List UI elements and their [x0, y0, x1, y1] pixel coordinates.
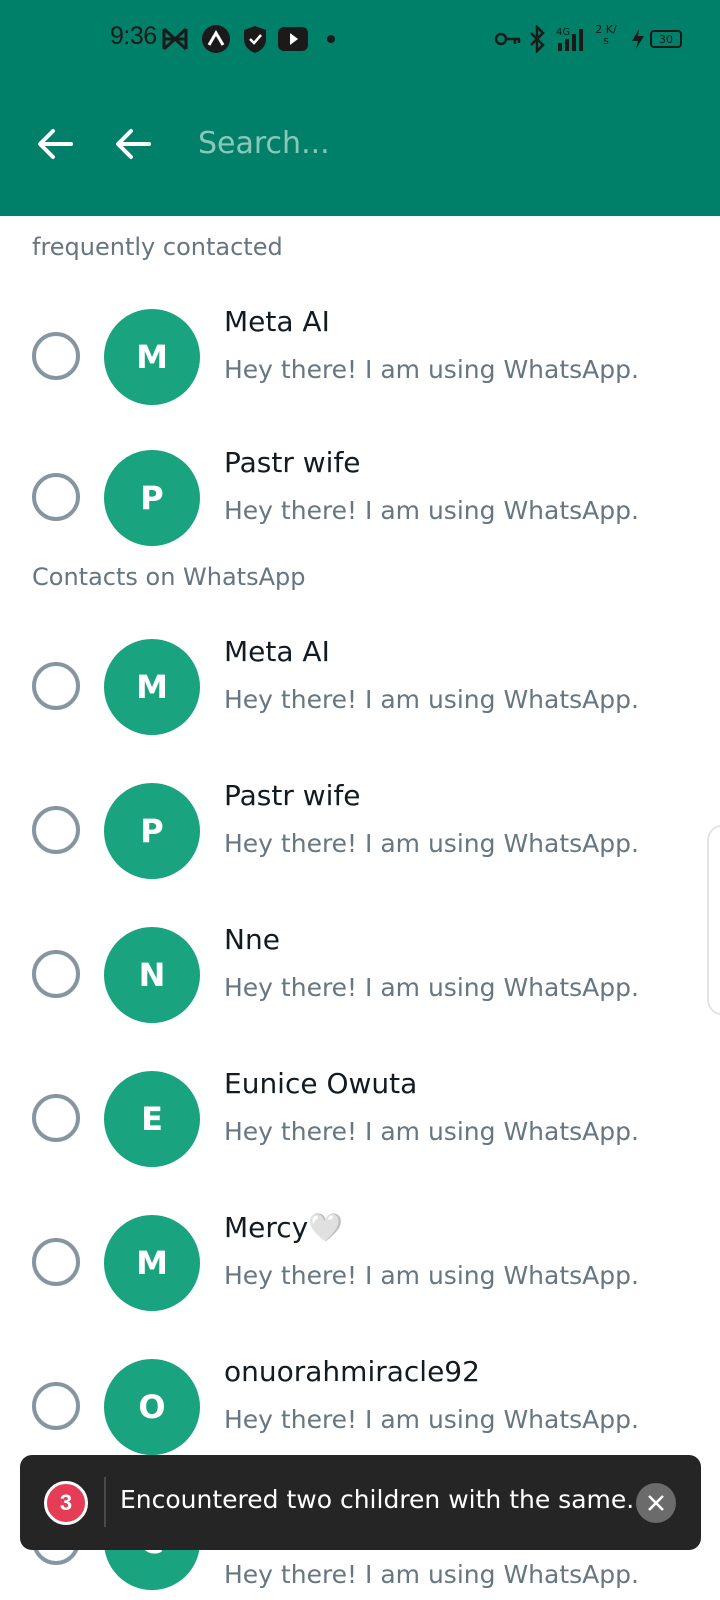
contact-about: Hey there! I am using WhatsApp.: [224, 685, 639, 714]
avatar: P: [104, 783, 200, 879]
contact-name: Pastr wife: [224, 779, 361, 812]
avatar: E: [104, 1071, 200, 1167]
contact-row[interactable]: N Nne Hey there! I am using WhatsApp.: [0, 903, 720, 1047]
contact-name: Meta AI: [224, 635, 330, 668]
select-radio[interactable]: [32, 332, 80, 380]
side-panel-handle[interactable]: [707, 825, 720, 1015]
avatar: M: [104, 309, 200, 405]
contact-about: Hey there! I am using WhatsApp.: [224, 1261, 639, 1290]
net-speed-text: 2 K/s: [595, 23, 617, 47]
select-radio[interactable]: [32, 473, 80, 521]
select-radio[interactable]: [32, 1382, 80, 1430]
back-button[interactable]: [33, 122, 77, 166]
toast-close-button[interactable]: [636, 1483, 676, 1523]
contact-row[interactable]: P Pastr wife Hey there! I am using Whats…: [0, 759, 720, 903]
contact-about: Hey there! I am using WhatsApp.: [224, 355, 639, 384]
contact-name: onuorahmiracle92: [224, 1355, 480, 1388]
avatar: N: [104, 927, 200, 1023]
avatar: M: [104, 1215, 200, 1311]
select-radio[interactable]: [32, 1094, 80, 1142]
back-arrow-icon: [116, 129, 151, 159]
key-icon: [494, 24, 522, 54]
battery-level: 30: [650, 30, 682, 48]
contact-name: Meta AI: [224, 305, 330, 338]
contact-about: Hey there! I am using WhatsApp.: [224, 1405, 639, 1434]
net-speed: 2 K/s: [594, 24, 618, 54]
toast-message: Encountered two children with the same..…: [120, 1485, 651, 1514]
app-grid-icon: [160, 24, 190, 54]
contact-about: Hey there! I am using WhatsApp.: [224, 1560, 639, 1589]
status-time: 9:36: [110, 22, 157, 50]
contact-row[interactable]: M Mercy🤍 Hey there! I am using WhatsApp.: [0, 1191, 720, 1335]
contact-about: Hey there! I am using WhatsApp.: [224, 1117, 639, 1146]
avatar: O: [104, 1359, 200, 1455]
contact-name: Eunice Owuta: [224, 1067, 418, 1100]
error-toast[interactable]: 3 Encountered two children with the same…: [20, 1455, 701, 1550]
contact-name: Nne: [224, 923, 280, 956]
shield-icon: [242, 24, 268, 54]
youtube-icon: [277, 24, 309, 54]
contact-row[interactable]: E Eunice Owuta Hey there! I am using Wha…: [0, 1047, 720, 1191]
contact-about: Hey there! I am using WhatsApp.: [224, 496, 639, 525]
contact-about: Hey there! I am using WhatsApp.: [224, 973, 639, 1002]
contact-about: Hey there! I am using WhatsApp.: [224, 829, 639, 858]
contact-name: Pastr wife: [224, 446, 361, 479]
search-back-button[interactable]: [111, 122, 155, 166]
close-icon: [648, 1495, 664, 1511]
avatar: M: [104, 639, 200, 735]
section-title-frequent: frequently contacted: [32, 233, 283, 261]
signal-icon: 4G: [556, 24, 592, 54]
back-arrow-icon: [38, 129, 73, 159]
select-radio[interactable]: [32, 662, 80, 710]
notification-dot-icon: [326, 24, 336, 54]
app-a-icon: [201, 24, 231, 54]
contact-row[interactable]: P Pastr wife Hey there! I am using Whats…: [0, 440, 720, 554]
select-radio[interactable]: [32, 806, 80, 854]
clipped-row-container: P Pastr wife Hey there! I am using Whats…: [0, 440, 720, 554]
battery-icon: 30: [650, 24, 682, 54]
section-title-contacts: Contacts on WhatsApp: [32, 563, 306, 591]
contact-row[interactable]: M Meta AI Hey there! I am using WhatsApp…: [0, 285, 720, 429]
search-input[interactable]: [198, 118, 678, 168]
select-radio[interactable]: [32, 1238, 80, 1286]
status-bar: 9:36 4G 2 K/s 30: [0, 0, 720, 80]
contact-row[interactable]: M Meta AI Hey there! I am using WhatsApp…: [0, 615, 720, 759]
app-header: 9:36 4G 2 K/s 30 Search...: [0, 0, 720, 216]
avatar: P: [104, 450, 200, 546]
svg-text:4G: 4G: [556, 27, 570, 38]
select-radio[interactable]: [32, 950, 80, 998]
toast-divider: [104, 1477, 106, 1527]
charging-icon: [628, 24, 648, 54]
contact-name: Mercy🤍: [224, 1211, 344, 1244]
bluetooth-icon: [528, 24, 548, 54]
error-count-badge: 3: [44, 1481, 88, 1525]
